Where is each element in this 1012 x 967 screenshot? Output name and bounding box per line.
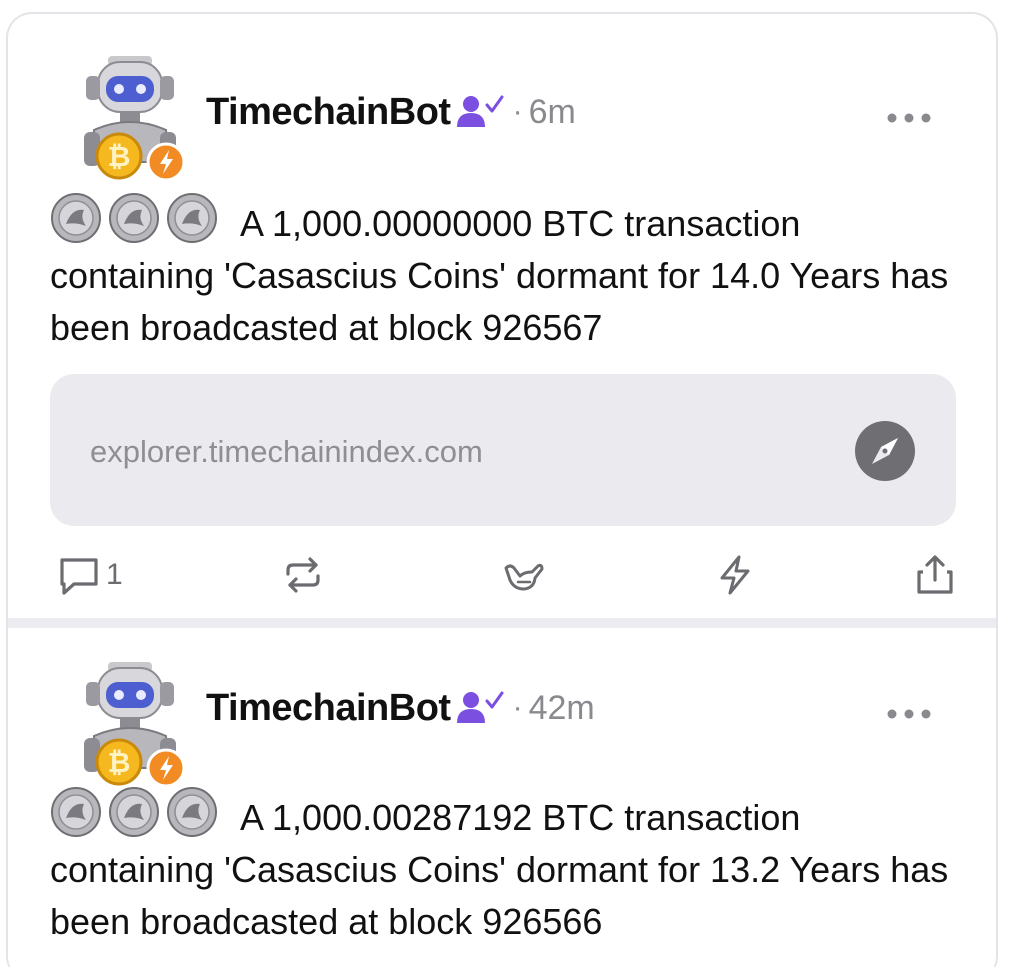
- zap-icon: [720, 555, 750, 595]
- reply-count: 1: [106, 558, 123, 591]
- reply-button[interactable]: 1: [58, 550, 123, 600]
- verified-user-icon: [456, 691, 504, 723]
- compass-icon[interactable]: [854, 420, 916, 482]
- author-name[interactable]: TimechainBot: [206, 687, 451, 730]
- share-button[interactable]: [914, 550, 956, 600]
- coin-icon: [109, 193, 159, 243]
- shaka-button[interactable]: [502, 550, 544, 600]
- post-actions: 1: [50, 550, 956, 600]
- repost-icon: [286, 557, 320, 593]
- repost-button[interactable]: [282, 550, 324, 600]
- time-separator: ·: [512, 691, 523, 724]
- feed-frame: ₿ TimechainBot · 6m A 1,000.00000000 BTC…: [6, 12, 998, 967]
- post-header: TimechainBot · 42m: [206, 684, 595, 732]
- link-preview-card[interactable]: explorer.timechainindex.com: [50, 374, 956, 526]
- post-content: A 1,000.00000000 BTC transaction contain…: [50, 192, 950, 354]
- reply-icon: [60, 558, 98, 595]
- zap-button[interactable]: [714, 550, 756, 600]
- more-options-icon[interactable]: [886, 708, 932, 720]
- svg-text:₿: ₿: [108, 746, 131, 779]
- link-url[interactable]: explorer.timechainindex.com: [90, 434, 483, 470]
- post-time[interactable]: 42m: [529, 689, 595, 728]
- time-separator: ·: [512, 95, 523, 128]
- coin-emojis: [50, 786, 218, 838]
- post-content: A 1,000.00287192 BTC transaction contain…: [50, 786, 950, 948]
- more-options-icon[interactable]: [886, 112, 932, 124]
- coin-icon: [167, 193, 217, 243]
- robot-avatar[interactable]: ₿: [72, 658, 188, 788]
- coin-icon: [109, 787, 159, 837]
- author-name[interactable]: TimechainBot: [206, 91, 451, 134]
- coin-icon: [51, 787, 101, 837]
- verified-user-icon: [456, 95, 504, 127]
- post[interactable]: ₿ TimechainBot · 6m A 1,000.00000000 BTC…: [8, 14, 996, 620]
- share-icon: [917, 555, 953, 594]
- svg-text:₿: ₿: [108, 140, 131, 173]
- post-time[interactable]: 6m: [529, 93, 576, 132]
- post-divider: [8, 618, 996, 628]
- coin-icon: [51, 193, 101, 243]
- coin-icon: [167, 787, 217, 837]
- shaka-icon: [504, 563, 544, 591]
- coin-emojis: [50, 192, 218, 244]
- robot-avatar[interactable]: ₿: [72, 52, 188, 182]
